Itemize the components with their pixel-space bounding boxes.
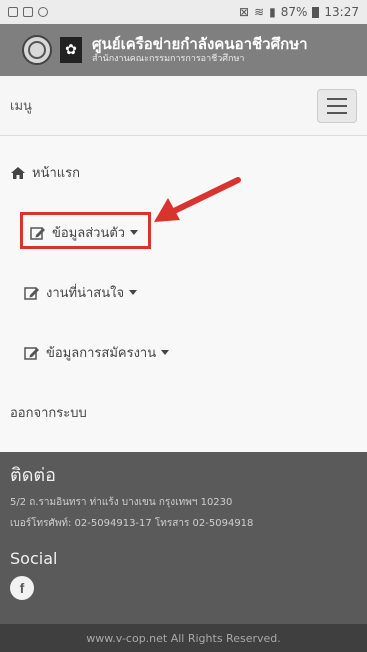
nav-item-jobs[interactable]: งานที่น่าสนใจ [24, 282, 138, 303]
hamburger-menu-button[interactable] [317, 88, 357, 123]
status-bar: ⊠ ≋ ▮ 87% 13:27 [0, 0, 367, 24]
nav-item-label: งานที่น่าสนใจ [46, 286, 125, 301]
sync-icon [38, 7, 48, 17]
signal-icon: ▮ [269, 5, 276, 19]
address-text: 5/2 ถ.รามอินทรา ท่าแร้ง บางเขน กรุงเทพฯ … [10, 497, 233, 508]
hamburger-icon [327, 97, 347, 100]
phone-text: เบอร์โทรศัพท์: 02-5094913-17 โทรสาร 02-5… [10, 518, 254, 529]
copyright-text: www.v-cop.net All Rights Reserved. [86, 631, 281, 645]
footer: ติดต่อ 5/2 ถ.รามอินทรา ท่าแร้ง บางเขน กร… [0, 452, 367, 624]
wifi-icon: ≋ [254, 5, 265, 19]
battery-icon [312, 6, 320, 18]
menu-label: เมนู [10, 99, 32, 114]
nav-item-home[interactable]: หน้าแรก [10, 162, 80, 183]
highlight-box [20, 212, 151, 249]
nav-item-label: ข้อมูลการสมัครงาน [46, 346, 157, 361]
caret-down-icon [161, 350, 170, 355]
nav-item-label: ออกจากระบบ [10, 406, 87, 421]
nav-item-logout[interactable]: ออกจากระบบ [10, 402, 87, 423]
facebook-icon[interactable]: f [10, 576, 34, 600]
gallery-icon [23, 7, 33, 17]
contact-heading: ติดต่อ [10, 465, 56, 486]
menu-bar: เมนู [0, 76, 367, 136]
clock: 13:27 [324, 5, 359, 19]
nav-item-applications[interactable]: ข้อมูลการสมัครงาน [24, 342, 170, 363]
home-icon [10, 166, 26, 180]
nav-item-label: หน้าแรก [32, 166, 80, 181]
site-title[interactable]: ศูนย์เครือข่ายกำลังคนอาชีวศึกษา [92, 35, 308, 53]
v-cop-logo[interactable]: ✿ [60, 37, 82, 63]
site-header: ✿ ศูนย์เครือข่ายกำลังคนอาชีวศึกษา สำนักง… [0, 24, 367, 76]
copyright-bar: www.v-cop.net All Rights Reserved. [0, 624, 367, 652]
notification-icons [8, 7, 48, 17]
edit-icon [24, 286, 40, 300]
site-subtitle: สำนักงานคณะกรรมการการอาชีวศึกษา [92, 54, 245, 64]
caret-down-icon [129, 290, 138, 295]
battery-percent: 87% [280, 5, 308, 19]
notification-icon [8, 7, 18, 17]
social-heading: Social [10, 549, 58, 568]
vec-seal-logo[interactable] [22, 35, 52, 65]
red-arrow-annotation [154, 177, 241, 222]
edit-icon [24, 346, 40, 360]
mute-icon: ⊠ [239, 5, 250, 19]
